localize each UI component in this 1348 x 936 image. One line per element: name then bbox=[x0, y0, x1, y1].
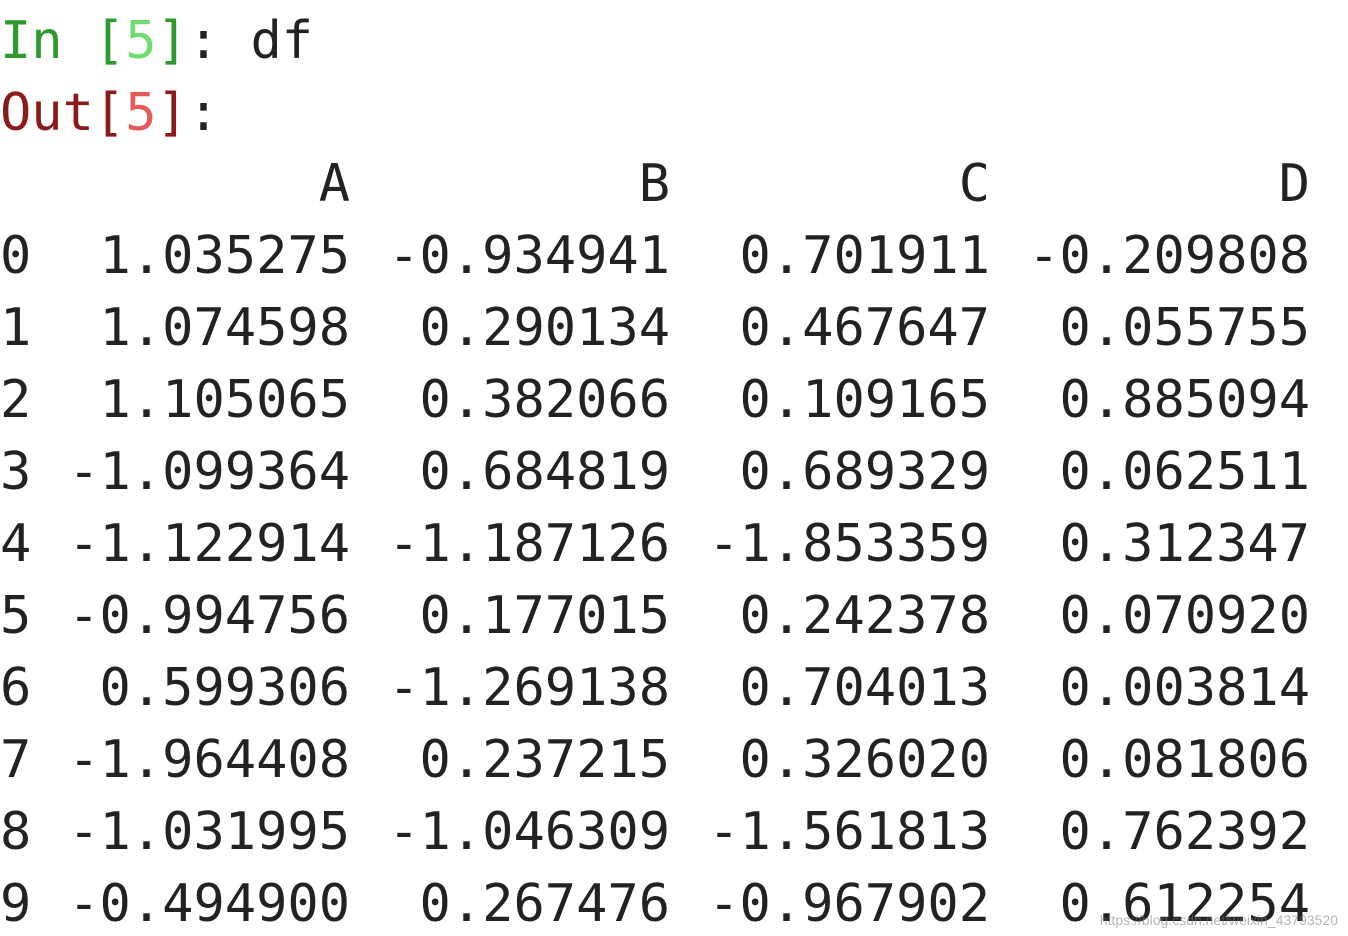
cell-value: 0.003814 bbox=[1059, 658, 1310, 718]
column-header-a: A bbox=[318, 154, 350, 214]
row-index: 9 bbox=[0, 874, 32, 934]
in-prompt-close-bracket: ] bbox=[156, 11, 188, 71]
row-index: 8 bbox=[0, 802, 32, 862]
row-index: 5 bbox=[0, 586, 32, 646]
cell-value: -1.269138 bbox=[388, 658, 670, 718]
column-header-c: C bbox=[958, 154, 990, 214]
header-row: A B C D bbox=[0, 148, 1310, 220]
cell-value: 0.081806 bbox=[1059, 730, 1310, 790]
cell-value: 0.467647 bbox=[739, 298, 990, 358]
cell-value: 0.326020 bbox=[739, 730, 990, 790]
cell-value: -1.964408 bbox=[68, 730, 350, 790]
row-index: 3 bbox=[0, 442, 32, 502]
table-row: 5 -0.994756 0.177015 0.242378 0.070920 bbox=[0, 580, 1310, 652]
cell-value: 0.701911 bbox=[739, 226, 990, 286]
cell-value: 0.689329 bbox=[739, 442, 990, 502]
cell-value: -0.494900 bbox=[68, 874, 350, 934]
input-line[interactable]: In [5]: df bbox=[0, 5, 313, 77]
cell-value: 0.109165 bbox=[739, 370, 990, 430]
cell-value: 0.312347 bbox=[1059, 514, 1310, 574]
row-index: 1 bbox=[0, 298, 32, 358]
cell-value: -0.994756 bbox=[68, 586, 350, 646]
table-row: 0 1.035275 -0.934941 0.701911 -0.209808 bbox=[0, 220, 1310, 292]
out-prompt-close-bracket: ] bbox=[156, 83, 188, 143]
out-prompt-open-bracket: [ bbox=[93, 83, 126, 143]
cell-value: 0.070920 bbox=[1059, 586, 1310, 646]
out-execution-count: 5 bbox=[125, 83, 157, 143]
table-row: 1 1.074598 0.290134 0.467647 0.055755 bbox=[0, 292, 1310, 364]
cell-value: -0.967902 bbox=[708, 874, 990, 934]
cell-value: 0.290134 bbox=[419, 298, 670, 358]
cell-value: 0.177015 bbox=[419, 586, 670, 646]
cell-value: 0.684819 bbox=[419, 442, 670, 502]
table-row: 7 -1.964408 0.237215 0.326020 0.081806 bbox=[0, 724, 1310, 796]
cell-value: 0.237215 bbox=[419, 730, 670, 790]
cell-value: -1.561813 bbox=[708, 802, 990, 862]
cell-value: 0.762392 bbox=[1059, 802, 1310, 862]
cell-value: 0.704013 bbox=[739, 658, 990, 718]
cell-value: 1.105065 bbox=[99, 370, 350, 430]
table-row: 2 1.105065 0.382066 0.109165 0.885094 bbox=[0, 364, 1310, 436]
row-index: 4 bbox=[0, 514, 32, 574]
table-row: 3 -1.099364 0.684819 0.689329 0.062511 bbox=[0, 436, 1310, 508]
cell-value: -1.853359 bbox=[708, 514, 990, 574]
cell-value: -1.099364 bbox=[68, 442, 350, 502]
cell-value: -1.187126 bbox=[388, 514, 670, 574]
row-index: 7 bbox=[0, 730, 32, 790]
cell-value: 0.885094 bbox=[1059, 370, 1310, 430]
row-index: 0 bbox=[0, 226, 32, 286]
out-prompt-label: Out bbox=[0, 83, 94, 143]
watermark: https://blog.csdn.net/weixin_43793520 bbox=[1099, 912, 1338, 928]
cell-value: -0.934941 bbox=[388, 226, 670, 286]
code-input[interactable]: df bbox=[219, 11, 313, 71]
table-row: 6 0.599306 -1.269138 0.704013 0.003814 bbox=[0, 652, 1310, 724]
cell-value: 0.242378 bbox=[739, 586, 990, 646]
cell-value: 0.062511 bbox=[1059, 442, 1310, 502]
cell-value: -0.209808 bbox=[1028, 226, 1310, 286]
table-row: 4 -1.122914 -1.187126 -1.853359 0.312347 bbox=[0, 508, 1310, 580]
in-execution-count: 5 bbox=[125, 11, 157, 71]
index-header bbox=[0, 148, 50, 220]
cell-value: 0.055755 bbox=[1059, 298, 1310, 358]
row-index: 6 bbox=[0, 658, 32, 718]
dataframe-output: A B C D 0 1.035275 -0.934941 0.701911 -0… bbox=[0, 148, 1310, 936]
in-prompt-label: In bbox=[0, 11, 63, 71]
cell-value: 0.267476 bbox=[419, 874, 670, 934]
table-row: 8 -1.031995 -1.046309 -1.561813 0.762392 bbox=[0, 796, 1310, 868]
out-prompt-colon: : bbox=[187, 83, 220, 143]
column-header-b: B bbox=[638, 154, 670, 214]
cell-value: 0.382066 bbox=[419, 370, 670, 430]
in-prompt-colon: : bbox=[187, 11, 220, 71]
column-header-d: D bbox=[1278, 154, 1310, 214]
notebook-cell: In [5]: df Out[5]: A B C D 0 1.035275 -0… bbox=[0, 0, 1348, 936]
row-index: 2 bbox=[0, 370, 32, 430]
cell-value: -1.046309 bbox=[388, 802, 670, 862]
cell-value: 1.074598 bbox=[99, 298, 350, 358]
in-prompt-open-bracket: [ bbox=[62, 11, 126, 71]
cell-value: 1.035275 bbox=[99, 226, 350, 286]
cell-value: -1.031995 bbox=[68, 802, 350, 862]
cell-value: 0.599306 bbox=[99, 658, 350, 718]
cell-value: -1.122914 bbox=[68, 514, 350, 574]
output-line: Out[5]: bbox=[0, 77, 219, 149]
